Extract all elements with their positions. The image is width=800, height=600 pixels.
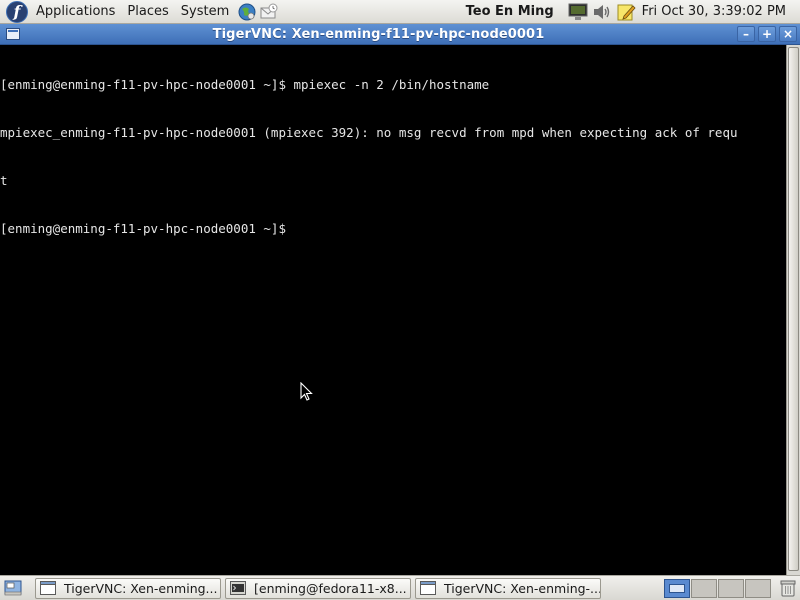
terminal-prompt: [enming@enming-f11-pv-hpc-node0001 ~]$ (0, 221, 286, 236)
workspace-4[interactable] (745, 579, 771, 598)
window-icon (40, 581, 56, 595)
window-menu-icon[interactable] (6, 28, 20, 40)
email-client-launcher-icon[interactable] (259, 2, 279, 22)
show-desktop-icon[interactable] (3, 578, 23, 598)
workspace-2[interactable] (691, 579, 717, 598)
terminal-output[interactable]: [enming@enming-f11-pv-hpc-node0001 ~]$ m… (0, 45, 786, 575)
workspace-switcher[interactable] (664, 579, 772, 598)
terminal-line: mpiexec_enming-f11-pv-hpc-node0001 (mpie… (0, 125, 738, 140)
trash-icon[interactable] (778, 578, 798, 598)
terminal-line: [enming@enming-f11-pv-hpc-node0001 ~]$ m… (0, 77, 490, 92)
user-name[interactable]: Teo En Ming (466, 4, 554, 19)
bottom-panel: TigerVNC: Xen-enming... [enming@fedora11… (0, 575, 800, 600)
display-monitor-icon[interactable] (568, 2, 588, 22)
notes-pencil-icon[interactable] (616, 2, 636, 22)
workspace-1[interactable] (664, 579, 690, 598)
window-title-bar[interactable]: TigerVNC: Xen-enming-f11-pv-hpc-node0001… (0, 24, 800, 45)
scrollbar-thumb[interactable] (788, 47, 799, 571)
menu-places[interactable]: Places (121, 0, 174, 24)
fedora-logo-icon[interactable]: f (6, 0, 28, 23)
window-title: TigerVNC: Xen-enming-f11-pv-hpc-node0001 (212, 26, 545, 42)
window-icon (420, 581, 436, 595)
minimize-button[interactable]: – (737, 26, 755, 42)
taskbar-button-label: TigerVNC: Xen-enming-... (444, 580, 601, 596)
clock[interactable]: Fri Oct 30, 3:39:02 PM (642, 4, 786, 19)
menu-system[interactable]: System (175, 0, 235, 24)
terminal-scrollbar[interactable] (786, 45, 800, 575)
taskbar-button-label: TigerVNC: Xen-enming... (64, 580, 218, 596)
close-button[interactable]: × (779, 26, 797, 42)
taskbar-button-tigervnc-2[interactable]: TigerVNC: Xen-enming-... (415, 577, 601, 599)
volume-speaker-icon[interactable] (592, 2, 612, 22)
terminal-line: t (0, 173, 8, 188)
workspace-3[interactable] (718, 579, 744, 598)
taskbar-button-terminal[interactable]: [enming@fedora11-x8... (225, 577, 411, 599)
mouse-pointer-icon (300, 382, 313, 401)
top-panel: f Applications Places System Teo En Ming (0, 0, 800, 24)
menu-applications[interactable]: Applications (30, 0, 121, 24)
web-browser-launcher-icon[interactable] (237, 2, 257, 22)
maximize-button[interactable]: + (758, 26, 776, 42)
terminal-icon (230, 581, 246, 595)
taskbar-button-label: [enming@fedora11-x8... (254, 580, 407, 596)
taskbar-button-tigervnc-1[interactable]: TigerVNC: Xen-enming... (35, 577, 221, 599)
